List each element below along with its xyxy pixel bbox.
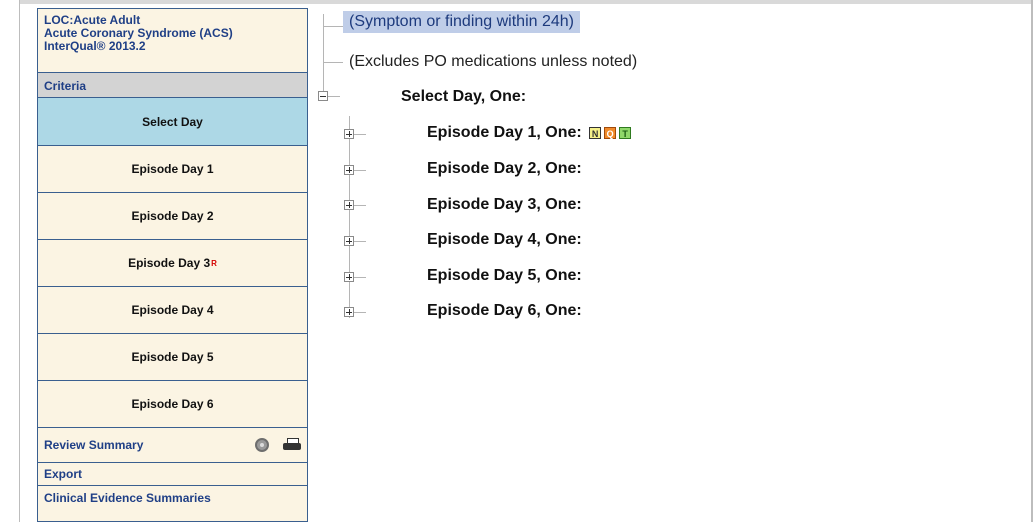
sidebar-item-select-day[interactable]: Select Day [38,98,307,146]
review-summary-label: Review Summary [44,438,144,452]
sidebar-item-label: Episode Day 1 [131,162,214,176]
printer-icon[interactable] [283,438,301,452]
sidebar-item-episode-day-4[interactable]: Episode Day 4 [38,287,307,334]
tree-node-episode-day-2[interactable]: Episode Day 2, One: [427,160,582,178]
tree-node-excludes[interactable]: (Excludes PO medications unless noted) [349,53,637,71]
expand-icon[interactable] [344,165,354,175]
review-summary-row[interactable]: Review Summary [38,428,307,463]
sidebar-item-label: Episode Day 5 [131,350,214,364]
tree-connector [328,96,340,97]
t-badge-icon[interactable]: T [619,126,632,139]
expand-icon[interactable] [344,307,354,317]
q-badge-icon[interactable]: Q [604,126,617,139]
sidebar-item-label: Episode Day 2 [131,209,214,223]
criteria-heading: Criteria [38,73,307,98]
criteria-tree: (Symptom or finding within 24h) (Exclude… [309,8,1029,522]
sidebar-item-label: Episode Day 4 [131,303,214,317]
tree-connector [354,134,366,135]
header-version: InterQual® 2013.2 [44,39,146,53]
sidebar-item-episode-day-1[interactable]: Episode Day 1 [38,146,307,193]
sidebar-item-episode-day-3[interactable]: Episode Day 3R [38,240,307,287]
tree-connector [354,170,366,171]
episode-label: Episode Day 1, One: [427,124,582,141]
review-marker: R [211,258,217,268]
sidebar-item-label: Episode Day 3 [128,256,211,270]
sidebar-item-episode-day-5[interactable]: Episode Day 5 [38,334,307,381]
expand-icon[interactable] [344,129,354,139]
tree-connector [354,277,366,278]
tree-node-episode-day-1[interactable]: Episode Day 1, One: NQT [427,124,632,142]
expand-icon[interactable] [344,200,354,210]
export-link[interactable]: Export [38,463,307,486]
review-icons [255,438,301,452]
tree-node-episode-day-4[interactable]: Episode Day 4, One: [427,231,582,249]
tree-connector [323,26,343,27]
n-badge-icon[interactable]: N [589,126,602,139]
sidebar: LOC:Acute Adult Acute Coronary Syndrome … [37,8,308,522]
tree-connector [354,312,366,313]
tree-connector [349,116,350,318]
sidebar-item-episode-day-6[interactable]: Episode Day 6 [38,381,307,428]
tree-connector [354,205,366,206]
expand-icon[interactable] [344,272,354,282]
top-border [0,0,1033,4]
symptom-text: (Symptom or finding within 24h) [343,11,580,33]
tree-node-episode-day-3[interactable]: Episode Day 3, One: [427,196,582,214]
sidebar-item-episode-day-2[interactable]: Episode Day 2 [38,193,307,240]
collapse-icon[interactable] [318,91,328,101]
gear-icon[interactable] [255,438,269,452]
sidebar-item-label: Select Day [142,114,203,129]
tree-connector [354,241,366,242]
tree-node-episode-day-6[interactable]: Episode Day 6, One: [427,302,582,320]
tree-node-symptom[interactable]: (Symptom or finding within 24h) [343,11,580,33]
tree-node-select-day[interactable]: Select Day, One: [401,88,526,106]
sidebar-item-label: Episode Day 6 [131,397,214,411]
left-gutter [0,0,20,522]
clinical-evidence-link[interactable]: Clinical Evidence Summaries [38,486,307,510]
expand-icon[interactable] [344,236,354,246]
sidebar-header: LOC:Acute Adult Acute Coronary Syndrome … [38,9,307,73]
tree-connector [323,62,343,63]
tree-node-episode-day-5[interactable]: Episode Day 5, One: [427,267,582,285]
